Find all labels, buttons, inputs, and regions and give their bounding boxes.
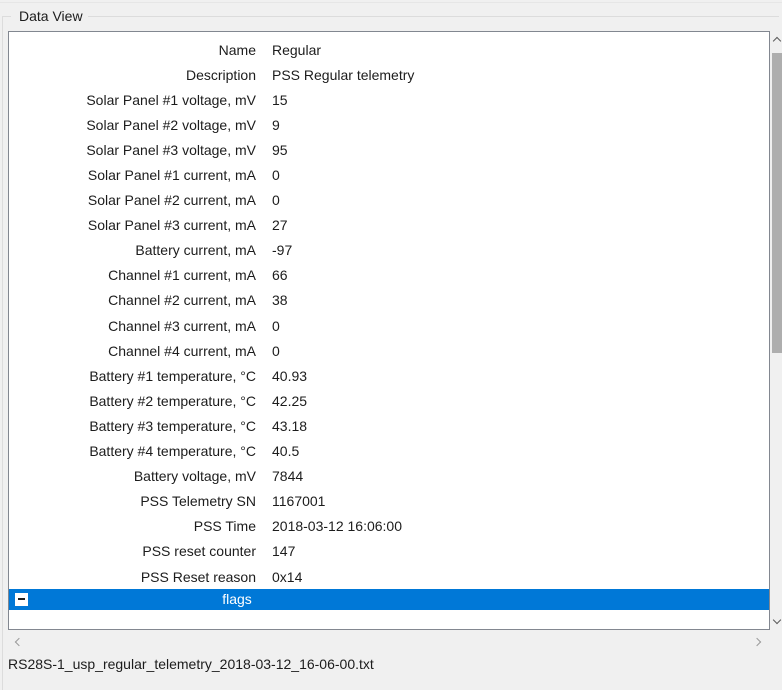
- table-row[interactable]: Channel #1 current, mA 66: [9, 263, 769, 288]
- row-value: 0: [272, 192, 280, 208]
- groupbox-title: Data View: [16, 8, 86, 24]
- row-label: PSS Reset reason: [9, 569, 256, 585]
- table-row[interactable]: Battery #2 temperature, °C 42.25: [9, 388, 769, 413]
- table-row[interactable]: Battery #3 temperature, °C 43.18: [9, 413, 769, 438]
- table-row[interactable]: PSS Time 2018-03-12 16:06:00: [9, 514, 769, 539]
- group-row-label: flags: [9, 589, 465, 610]
- table-row[interactable]: Name Regular: [9, 37, 769, 62]
- table-row[interactable]: Solar Panel #1 current, mA 0: [9, 162, 769, 187]
- table-row[interactable]: PSS reset counter 147: [9, 539, 769, 564]
- row-value: 0: [272, 318, 280, 334]
- row-value: 0x14: [272, 569, 302, 585]
- table-row[interactable]: Solar Panel #3 voltage, mV 95: [9, 137, 769, 162]
- row-value: 0: [272, 167, 280, 183]
- groupbox-border: [2, 16, 11, 17]
- row-value: 7844: [272, 468, 303, 484]
- table-row[interactable]: Channel #4 current, mA 0: [9, 338, 769, 363]
- row-label: Battery #1 temperature, °C: [9, 368, 256, 384]
- group-row-flags[interactable]: flags: [9, 589, 769, 610]
- row-label: PSS Telemetry SN: [9, 493, 256, 509]
- horizontal-scrollbar[interactable]: [8, 634, 770, 651]
- row-value: 2018-03-12 16:06:00: [272, 518, 402, 534]
- row-label: Battery #4 temperature, °C: [9, 443, 256, 459]
- table-row[interactable]: Battery #1 temperature, °C 40.93: [9, 363, 769, 388]
- row-label: Channel #1 current, mA: [9, 267, 256, 283]
- table-rows-container: Name Regular Description PSS Regular tel…: [9, 37, 769, 610]
- row-value: -97: [272, 242, 292, 258]
- row-label: Battery #3 temperature, °C: [9, 418, 256, 434]
- table-row[interactable]: Solar Panel #2 voltage, mV 9: [9, 112, 769, 137]
- row-value: 1167001: [272, 493, 325, 509]
- row-label: PSS Time: [9, 518, 256, 534]
- row-label: Solar Panel #2 current, mA: [9, 192, 256, 208]
- row-value: 0: [272, 343, 280, 359]
- groupbox-border: [2, 16, 3, 690]
- table-row[interactable]: Channel #3 current, mA 0: [9, 313, 769, 338]
- row-value: 42.25: [272, 393, 307, 409]
- row-value: 27: [272, 217, 288, 233]
- row-value: 95: [272, 142, 288, 158]
- status-filename: RS28S-1_usp_regular_telemetry_2018-03-12…: [8, 656, 374, 672]
- row-value: 40.93: [272, 368, 307, 384]
- window-top-edge: [0, 2, 782, 3]
- chevron-up-icon[interactable]: [773, 37, 781, 45]
- table-row[interactable]: Channel #2 current, mA 38: [9, 288, 769, 313]
- row-label: Channel #2 current, mA: [9, 292, 256, 308]
- table-row[interactable]: Battery voltage, mV 7844: [9, 464, 769, 489]
- row-label: Name: [9, 42, 256, 58]
- table-row[interactable]: Solar Panel #1 voltage, mV 15: [9, 87, 769, 112]
- row-label: Battery current, mA: [9, 242, 256, 258]
- row-label: Solar Panel #1 current, mA: [9, 167, 256, 183]
- table-row[interactable]: Battery current, mA -97: [9, 238, 769, 263]
- row-label: Channel #4 current, mA: [9, 343, 256, 359]
- groupbox-border: [88, 16, 779, 17]
- vertical-scrollbar-thumb[interactable]: [772, 53, 782, 353]
- row-value: 40.5: [272, 443, 299, 459]
- table-row[interactable]: PSS Reset reason 0x14: [9, 564, 769, 589]
- data-view-table[interactable]: Name Regular Description PSS Regular tel…: [8, 31, 770, 630]
- row-label: Description: [9, 67, 256, 83]
- table-row[interactable]: PSS Telemetry SN 1167001: [9, 489, 769, 514]
- row-value: 15: [272, 92, 288, 108]
- chevron-down-icon[interactable]: [773, 616, 781, 624]
- row-label: Solar Panel #2 voltage, mV: [9, 117, 256, 133]
- row-value: 43.18: [272, 418, 307, 434]
- row-label: Solar Panel #1 voltage, mV: [9, 92, 256, 108]
- table-row[interactable]: Description PSS Regular telemetry: [9, 62, 769, 87]
- row-label: Battery voltage, mV: [9, 468, 256, 484]
- table-row[interactable]: Battery #4 temperature, °C 40.5: [9, 439, 769, 464]
- row-value: 147: [272, 543, 295, 559]
- row-value: 9: [272, 117, 280, 133]
- chevron-right-icon[interactable]: [753, 638, 761, 646]
- row-label: Battery #2 temperature, °C: [9, 393, 256, 409]
- row-label: PSS reset counter: [9, 543, 256, 559]
- table-row[interactable]: Solar Panel #3 current, mA 27: [9, 213, 769, 238]
- table-row[interactable]: Solar Panel #2 current, mA 0: [9, 188, 769, 213]
- chevron-left-icon[interactable]: [15, 638, 23, 646]
- row-value: Regular: [272, 42, 321, 58]
- vertical-scrollbar[interactable]: [772, 31, 782, 630]
- row-label: Channel #3 current, mA: [9, 318, 256, 334]
- row-label: Solar Panel #3 current, mA: [9, 217, 256, 233]
- row-value: PSS Regular telemetry: [272, 67, 414, 83]
- row-value: 66: [272, 267, 288, 283]
- row-label: Solar Panel #3 voltage, mV: [9, 142, 256, 158]
- row-value: 38: [272, 292, 288, 308]
